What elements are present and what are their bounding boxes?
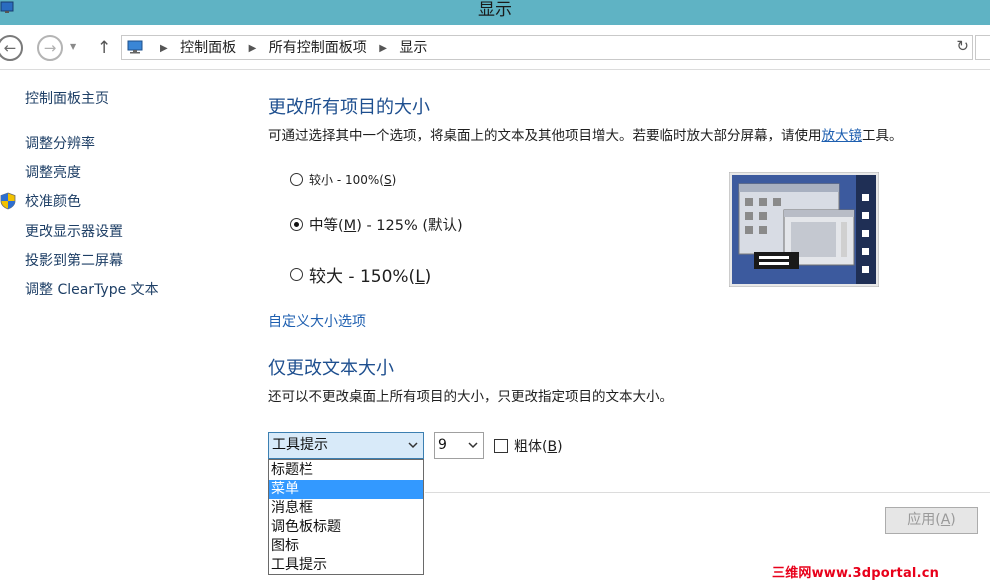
breadcrumb-separator-icon[interactable]: ▶: [379, 40, 387, 58]
size-option-label: 中等(M) - 125% (默认): [309, 218, 463, 234]
font-size-select[interactable]: 9: [434, 432, 484, 459]
window-title: 显示: [478, 0, 512, 20]
forward-arrow-icon: →: [43, 38, 57, 57]
breadcrumb: ▶ 控制面板 ▶ 所有控制面板项 ▶ 显示: [152, 39, 427, 59]
section-description-all-items: 可通过选择其中一个选项，将桌面上的文本及其他项目增大。若要临时放大部分屏幕，请使…: [268, 127, 903, 145]
list-item-icon[interactable]: 图标: [269, 537, 423, 556]
list-item-tooltip[interactable]: 工具提示: [269, 556, 423, 575]
list-item-title-bar[interactable]: 标题栏: [269, 461, 423, 480]
side-panel: 控制面板主页 调整分辨率 调整亮度 校准颜色 更改显示器设置 投影到第二屏幕 调…: [0, 71, 240, 588]
description-text-end: 工具。: [862, 128, 903, 144]
checkbox-box[interactable]: [494, 439, 508, 453]
navigation-bar: ← → ▼ ↑ ▶ 控制面板 ▶ 所有控制面板项 ▶ 显示 ↻: [0, 25, 990, 70]
font-size-select-value: 9: [438, 437, 447, 453]
sidebar-item-calibrate-color[interactable]: 校准颜色: [25, 193, 81, 211]
list-item-message-box[interactable]: 消息框: [269, 499, 423, 518]
divider: [425, 492, 990, 493]
watermark: 三维网www.3dportal.cn: [772, 566, 940, 581]
chevron-down-icon: [468, 442, 478, 449]
up-arrow-icon: ↑: [97, 38, 112, 58]
breadcrumb-all-items[interactable]: 所有控制面板项: [269, 40, 367, 56]
section-description-text-only: 还可以不更改桌面上所有项目的大小，只更改指定项目的文本大小。: [268, 389, 673, 405]
size-preview-image: [729, 172, 879, 287]
text-item-dropdown-list[interactable]: 标题栏 菜单 消息框 调色板标题 图标 工具提示: [268, 459, 424, 575]
size-option-small[interactable]: 较小 - 100%(S): [290, 171, 396, 188]
sidebar-item-display-settings[interactable]: 更改显示器设置: [25, 223, 123, 241]
bold-checkbox[interactable]: 粗体(B): [494, 436, 563, 456]
breadcrumb-separator-icon[interactable]: ▶: [249, 40, 257, 58]
back-arrow-icon: ←: [3, 38, 17, 57]
title-bar: 显示: [0, 0, 990, 25]
forward-button[interactable]: →: [37, 35, 63, 61]
size-option-label: 较小 - 100%(S): [309, 173, 397, 187]
breadcrumb-control-panel[interactable]: 控制面板: [180, 40, 236, 56]
size-option-label: 较大 - 150%(L): [309, 267, 432, 287]
radio-button[interactable]: [290, 173, 303, 186]
text-item-select[interactable]: 工具提示: [268, 432, 424, 459]
refresh-icon[interactable]: ↻: [956, 37, 969, 55]
sidebar-item-brightness[interactable]: 调整亮度: [25, 164, 81, 182]
sidebar-item-resolution[interactable]: 调整分辨率: [25, 135, 95, 153]
breadcrumb-separator-icon: ▶: [160, 43, 168, 54]
address-bar[interactable]: ▶ 控制面板 ▶ 所有控制面板项 ▶ 显示 ↻: [121, 35, 973, 60]
size-option-medium[interactable]: 中等(M) - 125% (默认): [290, 214, 463, 235]
sidebar-item-cleartype[interactable]: 调整 ClearType 文本: [25, 281, 159, 299]
text-item-select-value: 工具提示: [272, 437, 328, 453]
list-item-palette-title[interactable]: 调色板标题: [269, 518, 423, 537]
sidebar-item-home[interactable]: 控制面板主页: [25, 90, 109, 108]
uac-shield-icon: [0, 192, 16, 210]
back-button[interactable]: ←: [0, 35, 23, 61]
size-option-large[interactable]: 较大 - 150%(L): [290, 262, 431, 287]
control-panel-icon: [127, 40, 143, 54]
section-heading-all-items: 更改所有项目的大小: [268, 97, 430, 118]
radio-button[interactable]: [290, 268, 303, 281]
chevron-down-icon: [408, 442, 418, 449]
apply-button[interactable]: 应用(A): [885, 507, 978, 534]
description-text: 可通过选择其中一个选项，将桌面上的文本及其他项目增大。若要临时放大部分屏幕，请使…: [268, 128, 822, 144]
sidebar-item-second-screen[interactable]: 投影到第二屏幕: [25, 252, 123, 270]
search-input[interactable]: [975, 35, 990, 60]
custom-size-options-link[interactable]: 自定义大小选项: [268, 313, 366, 331]
bold-checkbox-label: 粗体(B): [514, 439, 563, 455]
section-heading-text-only: 仅更改文本大小: [268, 358, 394, 379]
list-item-menu[interactable]: 菜单: [269, 480, 423, 499]
radio-button-selected[interactable]: [290, 218, 303, 231]
magnifier-link[interactable]: 放大镜: [822, 128, 863, 144]
up-button[interactable]: ↑: [97, 38, 111, 58]
breadcrumb-display[interactable]: 显示: [399, 40, 427, 56]
recent-pages-dropdown-icon[interactable]: ▼: [70, 42, 76, 51]
